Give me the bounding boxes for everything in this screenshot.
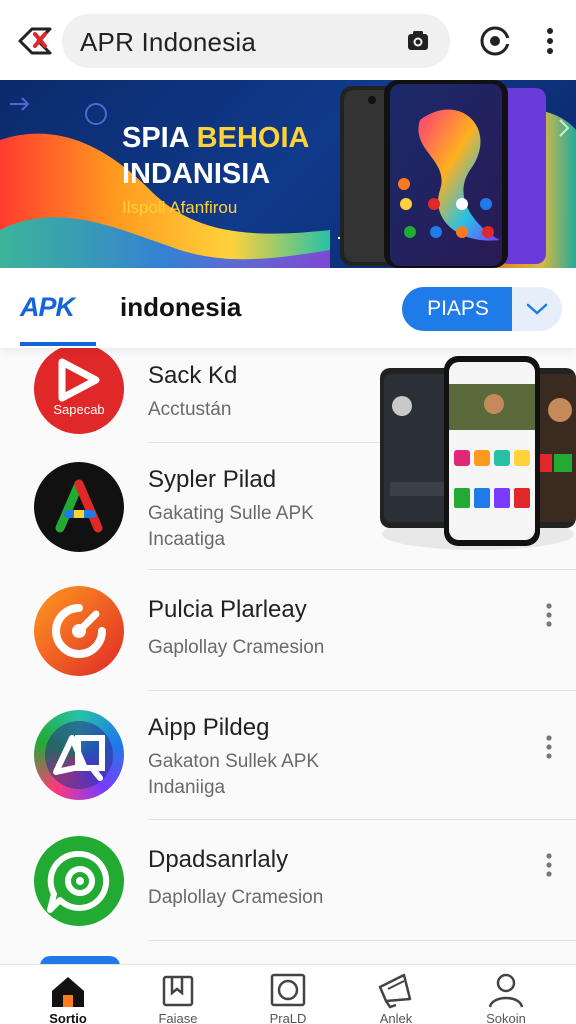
section-title: indonesia — [120, 292, 242, 322]
top-bar: APR Indonesia — [0, 0, 576, 80]
nav-label: PraLD — [269, 1011, 307, 1024]
app-name: Aipp Pildeg — [148, 714, 270, 741]
app-subtitle-2: Incaatiga — [148, 529, 226, 550]
app-icon — [34, 586, 124, 676]
apps-filter: PIAPS — [402, 287, 562, 331]
app-icon — [34, 462, 124, 552]
banner-headline-line2: INDANISIA — [122, 158, 271, 190]
nav-item-megaphone[interactable]: Anlek — [356, 971, 436, 1024]
nav-label: Sokoin — [486, 1011, 526, 1024]
app-logo-icon[interactable] — [16, 24, 54, 58]
banner-headline-yellow: BEHOIA — [196, 122, 310, 154]
app-icon-label: Sapecab — [53, 402, 104, 417]
app-subtitle: Gakaton Sullek APK — [148, 751, 320, 772]
app-icon: Sapecab — [34, 344, 124, 434]
chat-target-icon — [47, 850, 110, 913]
more-vert-icon[interactable] — [538, 734, 560, 760]
apps-dropdown[interactable] — [512, 287, 562, 331]
banner-subtitle: Ilspoll Afanfirou — [122, 198, 238, 217]
app-name: Dpadsanrlaly — [148, 846, 289, 873]
promo-banner[interactable]: SPIA BEHOIA INDANISIA Ilspoll Afanfirou — [0, 80, 576, 268]
app-icon — [34, 710, 124, 800]
image-frame-icon — [45, 721, 113, 789]
square-icon — [270, 973, 306, 1007]
divider — [148, 690, 576, 691]
bookmark-icon — [162, 975, 194, 1007]
nav-item-bookmark[interactable]: Faiase — [138, 971, 218, 1024]
play-icon: Sapecab — [53, 358, 105, 417]
chevron-down-icon — [526, 303, 548, 315]
apps-button[interactable]: PIAPS — [402, 287, 514, 331]
nav-label: Anlek — [379, 1011, 413, 1024]
app-name: Pulcia Plarleay — [148, 596, 307, 623]
app-subtitle: Gakating Sulle APK — [148, 503, 314, 524]
app-subtitle-2: Indaniiga — [148, 777, 226, 798]
lens-icon[interactable] — [478, 24, 512, 58]
nav-label: Faiase — [158, 1011, 198, 1024]
divider — [148, 569, 576, 570]
app-icon — [34, 836, 124, 926]
active-tab-indicator — [20, 342, 96, 346]
nav-item-profile[interactable]: Sokoin — [466, 971, 546, 1024]
phones-illustration — [380, 356, 576, 550]
apk-logo[interactable]: APK — [20, 292, 75, 323]
megaphone-icon — [378, 973, 412, 1009]
app-name: Sypler Pilad — [148, 466, 277, 493]
nav-item-square[interactable]: PraLD — [248, 971, 328, 1024]
bottom-nav: Sortio Faiase PraLD Anlek Sokoin — [0, 964, 576, 1024]
app-subtitle: Daplollay Cramesion — [148, 887, 324, 908]
nav-item-home[interactable]: Sortio — [28, 971, 108, 1024]
more-vert-icon[interactable] — [538, 602, 560, 628]
app-subtitle: Acctustán — [148, 399, 232, 420]
banner-headline-white: SPIA — [122, 122, 197, 154]
divider — [148, 819, 576, 820]
nav-label: Sortio — [49, 1011, 87, 1024]
search-input[interactable]: APR Indonesia — [80, 27, 256, 58]
user-icon — [488, 973, 524, 1008]
divider — [148, 940, 576, 941]
more-vert-icon[interactable] — [538, 26, 562, 56]
gauge-icon — [52, 604, 106, 658]
search-bar[interactable]: APR Indonesia — [62, 14, 450, 68]
banner-headline: SPIA BEHOIA INDANISIA — [122, 120, 309, 192]
a-logo-icon — [55, 479, 103, 533]
app-name: Sack Kd — [148, 362, 238, 389]
app-subtitle: Gaplollay Cramesion — [148, 637, 325, 658]
more-vert-icon[interactable] — [538, 852, 560, 878]
home-icon — [52, 977, 84, 1007]
camera-icon[interactable] — [406, 28, 430, 52]
